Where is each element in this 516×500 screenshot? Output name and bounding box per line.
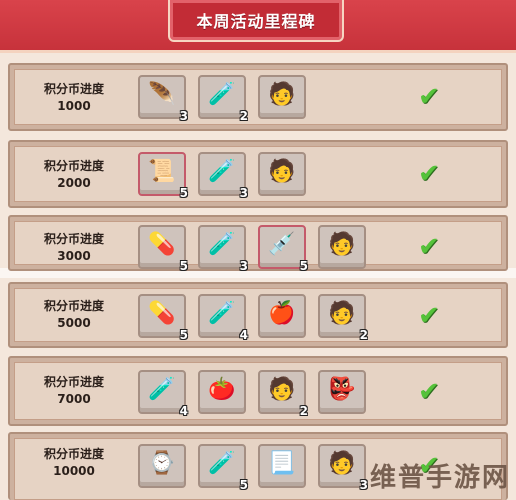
syringe-icon: 💉 <box>268 232 296 258</box>
reward-slot[interactable]: 🧪 3 <box>198 225 248 273</box>
milestone-value: 10000 <box>53 464 95 478</box>
reward-quantity: 5 <box>239 478 248 492</box>
character-frame-icon: 🧑 <box>268 377 296 403</box>
reward-quantity: 5 <box>179 186 188 200</box>
milestone-value: 1000 <box>57 99 91 113</box>
winged-potion-icon: 🧪 <box>208 159 236 185</box>
reward-quantity: 3 <box>239 186 248 200</box>
reward-quantity: 2 <box>359 328 368 342</box>
reward-quantity: 5 <box>299 259 308 273</box>
character-frame-icon: 🧑 <box>268 82 296 108</box>
reward-slot[interactable]: 📃 <box>258 444 306 488</box>
red-fruit-icon: 🍅 <box>208 377 236 403</box>
golden-mask-icon: 👺 <box>328 377 356 403</box>
reward-quantity: 3 <box>359 478 368 492</box>
winged-potion-icon: 🧪 <box>208 82 236 108</box>
check-icon: ✔ <box>418 159 440 189</box>
reward-slot[interactable]: 🧑 <box>318 225 366 269</box>
milestone-caption: 积分币进度 <box>43 375 104 389</box>
check-icon: ✔ <box>418 232 440 262</box>
milestone-caption: 积分币进度 <box>43 82 104 96</box>
reward-slot[interactable]: ⌚ <box>138 444 186 488</box>
check-icon: ✔ <box>418 82 440 112</box>
milestone-row: 积分币进度 1000 🪶 3 🧪 2 🧑 ✔ <box>8 63 508 131</box>
reward-slot[interactable]: 💊 5 <box>138 225 188 273</box>
title-banner: 本周活动里程碑 <box>168 0 344 42</box>
reward-slot[interactable]: 🧪 3 <box>198 152 248 200</box>
reward-slot[interactable]: 🪶 3 <box>138 75 188 123</box>
winged-potion-icon: 🧪 <box>208 232 236 258</box>
pocket-watch-icon: ⌚ <box>148 451 176 477</box>
milestone-value: 3000 <box>57 249 91 263</box>
milestone-value: 5000 <box>57 316 91 330</box>
reward-slot[interactable]: 🧑 3 <box>318 444 368 492</box>
winged-potion-icon: 🧪 <box>208 301 236 327</box>
reward-slot[interactable]: 📜 5 <box>138 152 188 200</box>
reward-quantity: 2 <box>299 404 308 418</box>
parchment-icon: 📃 <box>268 451 296 477</box>
milestone-value: 7000 <box>57 392 91 406</box>
check-icon: ✔ <box>418 377 440 407</box>
character-frame-icon: 🧑 <box>268 159 296 185</box>
reward-slot[interactable]: 🧪 4 <box>138 370 188 418</box>
milestone-label: 积分币进度 1000 <box>24 81 124 115</box>
reward-slot[interactable]: 🧑 <box>258 75 306 119</box>
reward-slot[interactable]: 💉 5 <box>258 225 308 273</box>
reward-quantity: 3 <box>239 259 248 273</box>
watermark: 维普手游网 <box>369 463 510 493</box>
header-bar: 本周活动里程碑 <box>0 0 516 53</box>
milestone-caption: 积分币进度 <box>43 447 104 461</box>
winged-pendant-icon: 🪶 <box>148 82 176 108</box>
winged-potion-icon: 🧪 <box>208 451 236 477</box>
milestone-label: 积分币进度 3000 <box>24 231 124 265</box>
milestone-row: 积分币进度 2000 📜 5 🧪 3 🧑 ✔ <box>8 140 508 208</box>
milestone-label: 积分币进度 2000 <box>24 158 124 192</box>
reward-quantity: 2 <box>239 109 248 123</box>
reward-slot[interactable]: 💊 5 <box>138 294 188 342</box>
milestone-value: 2000 <box>57 176 91 190</box>
milestone-caption: 积分币进度 <box>43 232 104 246</box>
reward-slot[interactable]: 🧪 2 <box>198 75 248 123</box>
milestone-row: 积分币进度 7000 🧪 4 🍅 🧑 2 👺 ✔ <box>8 356 508 426</box>
reward-slot[interactable]: 👺 <box>318 370 366 414</box>
milestone-caption: 积分币进度 <box>43 299 104 313</box>
character-frame-icon: 🧑 <box>328 232 356 258</box>
reward-quantity: 4 <box>239 328 248 342</box>
reward-slot[interactable]: 🍎 <box>258 294 306 338</box>
reward-quantity: 5 <box>179 328 188 342</box>
milestone-label: 积分币进度 10000 <box>24 446 124 480</box>
reward-slot[interactable]: 🧑 2 <box>318 294 368 342</box>
reward-slot[interactable]: 🧪 4 <box>198 294 248 342</box>
reward-slot[interactable]: 🧑 2 <box>258 370 308 418</box>
reward-quantity: 4 <box>179 404 188 418</box>
check-icon: ✔ <box>418 301 440 331</box>
red-apple-icon: 🍎 <box>268 301 296 327</box>
character-frame-icon: 🧑 <box>328 451 356 477</box>
page-title: 本周活动里程碑 <box>196 12 316 31</box>
blue-capsule-icon: 💊 <box>148 232 176 258</box>
character-frame-icon: 🧑 <box>328 301 356 327</box>
red-scroll-icon: 📜 <box>148 159 176 185</box>
reward-slot[interactable]: 🧑 <box>258 152 306 196</box>
blue-capsule-icon: 💊 <box>148 301 176 327</box>
reward-slot[interactable]: 🍅 <box>198 370 246 414</box>
milestone-row: 积分币进度 5000 💊 5 🧪 4 🍎 🧑 2 ✔ <box>8 282 508 348</box>
milestone-label: 积分币进度 7000 <box>24 374 124 408</box>
winged-potion-icon: 🧪 <box>148 377 176 403</box>
milestone-row: 积分币进度 3000 💊 5 🧪 3 💉 5 🧑 ✔ <box>8 215 508 273</box>
reward-slot[interactable]: 🧪 5 <box>198 444 248 492</box>
reward-quantity: 3 <box>179 109 188 123</box>
milestone-caption: 积分币进度 <box>43 159 104 173</box>
milestone-label: 积分币进度 5000 <box>24 298 124 332</box>
reward-quantity: 5 <box>179 259 188 273</box>
